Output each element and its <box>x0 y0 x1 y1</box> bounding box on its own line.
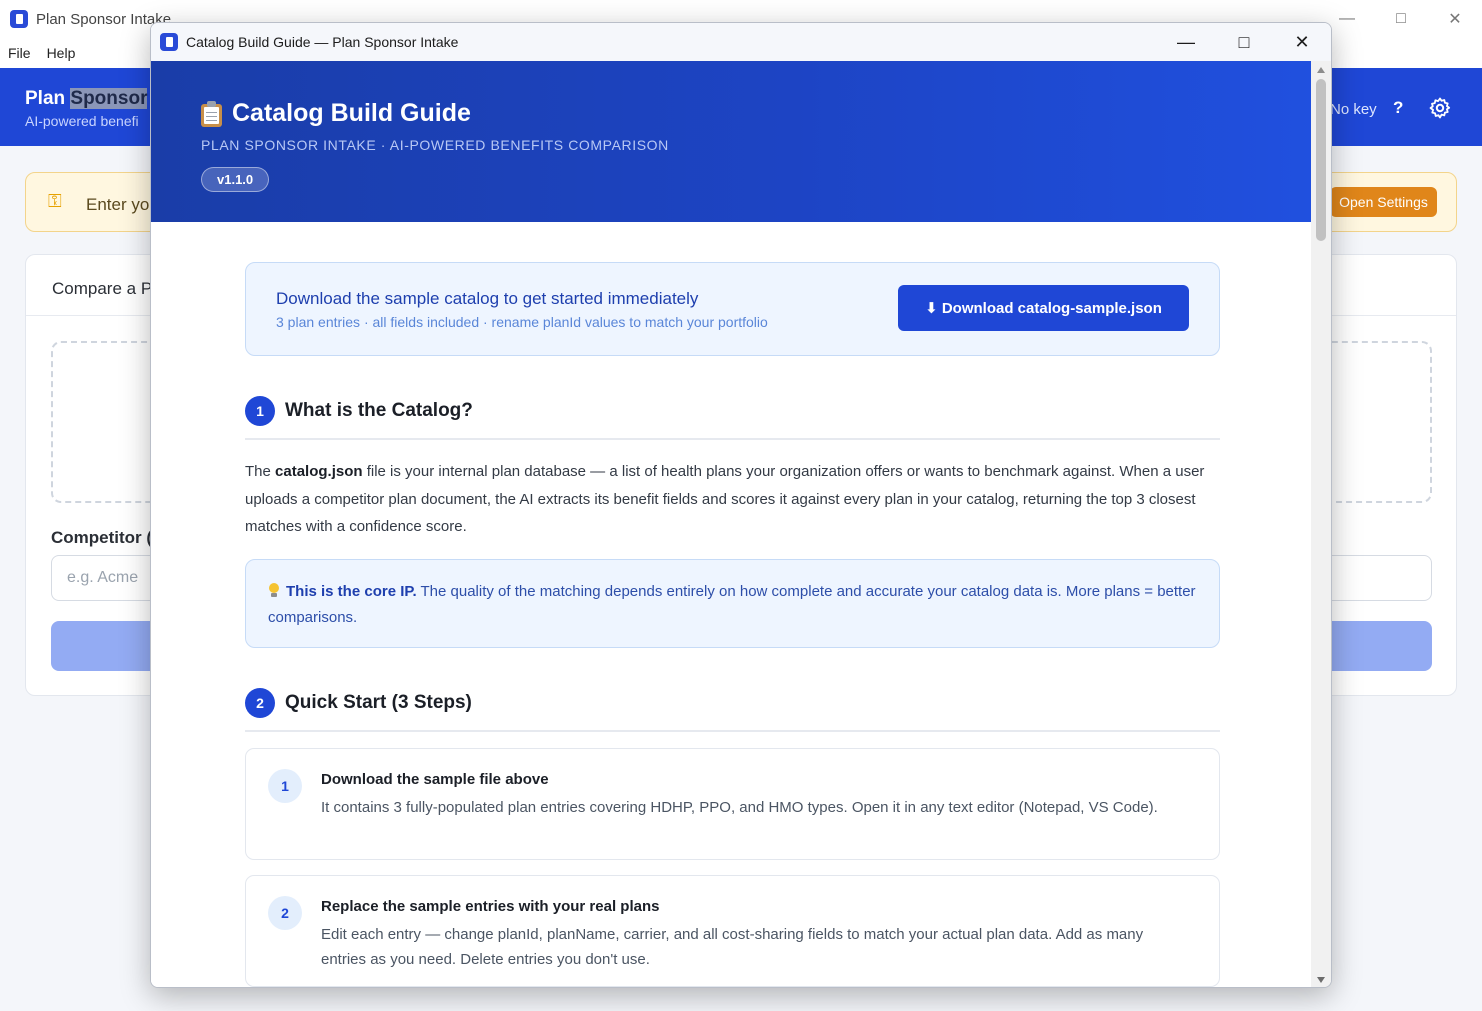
download-sample-button[interactable]: ⬇ Download catalog-sample.json <box>898 285 1189 331</box>
background-window-controls: — □ ✕ <box>1320 0 1482 38</box>
section-title: What is the Catalog? <box>285 400 473 421</box>
section-title: Quick Start (3 Steps) <box>285 692 472 713</box>
guide-hero: Catalog Build Guide PLAN SPONSOR INTAKE … <box>151 61 1313 222</box>
core-ip-callout: This is the core IP. The quality of the … <box>245 558 1220 648</box>
open-settings-button[interactable]: Open Settings <box>1330 187 1437 217</box>
compare-card-title: Compare a P <box>52 279 153 298</box>
download-subtitle: 3 plan entries · all fields included · r… <box>276 314 768 330</box>
section-number: 1 <box>245 396 275 426</box>
app-title-part2: Sponsor <box>70 88 148 109</box>
minimize-icon[interactable]: — <box>1157 23 1215 61</box>
section-quick-start: 2 Quick Start (3 Steps) 1 Download the s… <box>245 688 1220 987</box>
maximize-icon[interactable]: □ <box>1215 23 1273 61</box>
step-title: Download the sample file above <box>321 771 549 788</box>
guide-subtitle: PLAN SPONSOR INTAKE · AI-POWERED BENEFIT… <box>201 137 669 153</box>
api-key-status: No key <box>1330 101 1377 118</box>
desc-filename: catalog.json <box>275 463 363 480</box>
close-icon[interactable]: ✕ <box>1273 23 1331 61</box>
lightbulb-icon <box>268 582 280 598</box>
dialog-titlebar: Catalog Build Guide — Plan Sponsor Intak… <box>151 23 1331 61</box>
step-number: 2 <box>268 896 302 930</box>
competitor-label: Competitor ( <box>51 528 153 547</box>
dialog-body: Catalog Build Guide PLAN SPONSOR INTAKE … <box>151 61 1313 987</box>
step-card: 2 Replace the sample entries with your r… <box>245 875 1220 987</box>
guide-title-text: Catalog Build Guide <box>232 99 471 127</box>
download-title: Download the sample catalog to get start… <box>276 289 699 308</box>
section-header: 1 What is the Catalog? <box>245 396 1220 440</box>
desc-rest: file is your internal plan database — a … <box>245 463 1205 535</box>
section-number: 2 <box>245 688 275 718</box>
app-icon <box>160 33 178 51</box>
download-sample-box: Download the sample catalog to get start… <box>245 262 1220 356</box>
dialog-scrollbar[interactable] <box>1311 61 1331 987</box>
desc-prefix: The <box>245 463 276 480</box>
step-title: Replace the sample entries with your rea… <box>321 898 660 915</box>
step-description: Edit each entry — change planId, planNam… <box>321 926 1144 968</box>
version-badge: v1.1.0 <box>201 167 270 192</box>
guide-content: Download the sample catalog to get start… <box>245 262 1220 987</box>
section-what-is-catalog: 1 What is the Catalog? The catalog.json … <box>245 396 1220 648</box>
guide-title: Catalog Build Guide <box>201 99 471 128</box>
dialog-window-title: Catalog Build Guide — Plan Sponsor Intak… <box>186 34 459 50</box>
key-icon: ⚿ <box>48 191 62 211</box>
menu-file[interactable]: File <box>8 45 31 61</box>
step-description: It contains 3 fully-populated plan entri… <box>321 799 1158 816</box>
api-key-banner-text: Enter yo <box>86 195 150 214</box>
scrollbar-thumb[interactable] <box>1316 79 1326 241</box>
dialog-window-controls: — □ ✕ <box>1157 23 1331 61</box>
catalog-guide-window: Catalog Build Guide — Plan Sponsor Intak… <box>150 22 1332 988</box>
section-header: 2 Quick Start (3 Steps) <box>245 688 1220 732</box>
app-icon <box>10 10 28 28</box>
scroll-down-arrow-icon[interactable] <box>1317 977 1325 983</box>
gear-icon[interactable] <box>1428 96 1452 120</box>
app-subtitle: AI-powered benefi <box>25 113 139 129</box>
maximize-icon[interactable]: □ <box>1374 0 1428 38</box>
help-button[interactable]: ? <box>1393 98 1403 118</box>
step-card: 1 Download the sample file above It cont… <box>245 748 1220 860</box>
scroll-up-arrow-icon[interactable] <box>1317 67 1325 73</box>
menu-help[interactable]: Help <box>47 45 76 61</box>
close-icon[interactable]: ✕ <box>1428 0 1482 38</box>
step-number: 1 <box>268 769 302 803</box>
app-title-part1: Plan <box>25 88 66 109</box>
callout-bold: This is the core IP. <box>286 582 417 600</box>
clipboard-icon <box>201 100 222 127</box>
catalog-description: The catalog.json file is your internal p… <box>245 458 1220 541</box>
app-title: Plan Sponsor <box>25 88 148 110</box>
